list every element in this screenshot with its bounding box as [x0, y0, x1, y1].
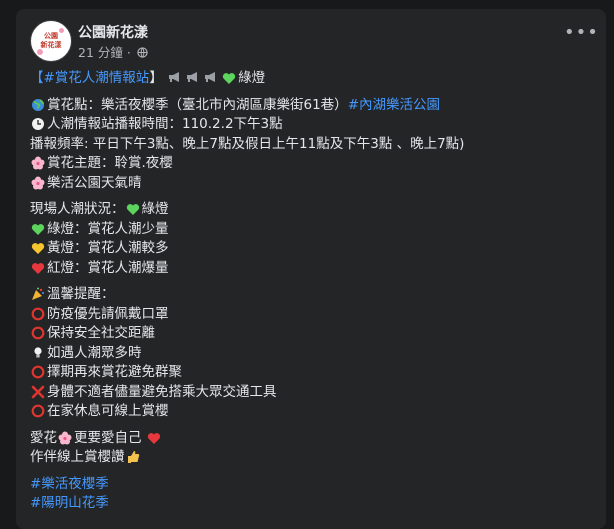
status-text: 綠燈 [141, 201, 169, 217]
green-heart-icon [125, 203, 141, 219]
post-title-line: 【#賞花人潮情報站】 綠燈 [30, 69, 590, 89]
post-body: 【#賞花人潮情報站】 綠燈 賞花點：樂活夜櫻季（臺北市內湖區康樂街61巷）#內湖… [30, 69, 590, 514]
yellow-heart-icon [30, 242, 46, 258]
red-circle-icon [30, 404, 46, 421]
info-text: 愛花 [30, 429, 57, 446]
red-heart-icon [30, 262, 46, 278]
green-heart-icon [221, 72, 237, 88]
info-text: 播報頻率: 平日下午3點、晚上7點及假日上午11點及下午3點 、晚上7點) [30, 135, 465, 152]
info-text: 賞花主題：聆賞.夜櫻 [47, 155, 173, 171]
hashtag-link[interactable]: #樂活夜櫻季 [30, 476, 109, 492]
cross-mark-icon [30, 385, 46, 402]
title-bracket-open: 【 [30, 70, 44, 86]
info-text: 現場人潮狀況： [30, 201, 125, 217]
cherry-blossom-icon [57, 431, 73, 448]
red-circle-icon [30, 307, 46, 324]
globe-icon[interactable] [137, 46, 148, 61]
hashtag-link[interactable]: #內湖樂活公園 [348, 97, 440, 113]
info-line: 溫馨提醒： [30, 285, 590, 305]
avatar-logo-text: 新花漾 [40, 41, 62, 49]
info-line: 樂活公園天氣晴 [30, 174, 590, 194]
info-line: 紅燈：賞花人潮爆量 [30, 259, 590, 279]
info-text: 防疫優先請佩戴口罩 [47, 305, 169, 322]
thumbs-up-icon [125, 450, 141, 467]
post-header: 公園 新花漾 公園新花漾 21 分鐘 · ••• [30, 20, 598, 64]
info-line: 作伴線上賞櫻讚 [30, 448, 590, 468]
cherry-blossom-icon [30, 156, 46, 173]
info-line: 綠燈：賞花人潮少量 [30, 220, 590, 240]
cherry-blossom-icon [30, 176, 46, 193]
avatar[interactable]: 公園 新花漾 [30, 20, 72, 62]
info-line: 賞花主題：聆賞.夜櫻 [30, 154, 590, 174]
info-text: 擇期再來賞花避免群聚 [47, 364, 182, 380]
post-card: 公園 新花漾 公園新花漾 21 分鐘 · ••• 【#賞花人潮情報站】 綠燈 賞… [16, 9, 606, 529]
info-line: 播報頻率: 平日下午3點、晚上7點及假日上午11點及下午3點 、晚上7點) [30, 135, 590, 155]
hashtag-link[interactable]: #陽明山花季 [30, 495, 109, 511]
megaphone-icon [167, 70, 185, 82]
info-line: 黃燈：賞花人潮較多 [30, 239, 590, 259]
timestamp[interactable]: 21 分鐘 [78, 45, 123, 60]
info-line: 保持安全社交距離 [30, 324, 590, 344]
post-meta: 21 分鐘 · [78, 42, 148, 61]
info-text: 人潮情報站播報時間：110.2.2下午3點 [47, 116, 283, 132]
title-bracket-close: 】 [149, 70, 163, 86]
info-text: 更要愛自己 [74, 429, 142, 446]
info-line: 如遇人潮眾多時 [30, 344, 590, 364]
info-text: 綠燈：賞花人潮少量 [47, 220, 169, 237]
earth-icon [30, 98, 46, 115]
info-line: 現場人潮狀況： 綠燈 [30, 200, 590, 220]
info-text: 溫馨提醒： [47, 286, 115, 302]
info-line: 在家休息可線上賞櫻 [30, 402, 590, 422]
info-text: 黃燈：賞花人潮較多 [47, 240, 169, 256]
info-text: 紅燈：賞花人潮爆量 [47, 259, 169, 276]
info-text: 作伴線上賞櫻讚 [30, 449, 125, 465]
info-text: 身體不適者儘量避免搭乘大眾交通工具 [47, 383, 277, 400]
info-text: 在家休息可線上賞櫻 [47, 403, 169, 419]
red-circle-icon [30, 326, 46, 343]
info-text: 保持安全社交距離 [47, 325, 155, 341]
info-line: 身體不適者儘量避免搭乘大眾交通工具 [30, 383, 590, 403]
hashtag-line: #樂活夜櫻季 [30, 475, 590, 495]
info-line: 擇期再來賞花避免群聚 [30, 363, 590, 383]
red-heart-icon [146, 432, 162, 448]
light-bulb-icon [30, 346, 46, 363]
status-text: 綠燈 [238, 70, 266, 86]
separator: · [126, 45, 131, 60]
red-circle-icon [30, 365, 46, 382]
info-line: 人潮情報站播報時間：110.2.2下午3點 [30, 115, 590, 135]
info-line: 賞花點：樂活夜櫻季（臺北市內湖區康樂街61巷）#內湖樂活公園 [30, 96, 590, 116]
megaphone-icon [185, 70, 203, 82]
hashtag-link[interactable]: #賞花人潮情報站 [44, 70, 150, 86]
info-line: 防疫優先請佩戴口罩 [30, 305, 590, 325]
info-text: 如遇人潮眾多時 [47, 344, 142, 361]
info-text: 樂活公園天氣晴 [47, 174, 142, 191]
green-heart-icon [30, 223, 46, 239]
page-name[interactable]: 公園新花漾 [78, 22, 148, 42]
megaphone-icon [203, 70, 221, 82]
hashtag-line: #陽明山花季 [30, 494, 590, 514]
party-popper-icon [30, 287, 46, 304]
info-line: 愛花 更要愛自己 [30, 429, 590, 449]
more-options-icon[interactable]: ••• [564, 24, 598, 44]
clock-icon [30, 117, 46, 134]
info-text: 賞花點：樂活夜櫻季（臺北市內湖區康樂街61巷） [47, 96, 348, 113]
